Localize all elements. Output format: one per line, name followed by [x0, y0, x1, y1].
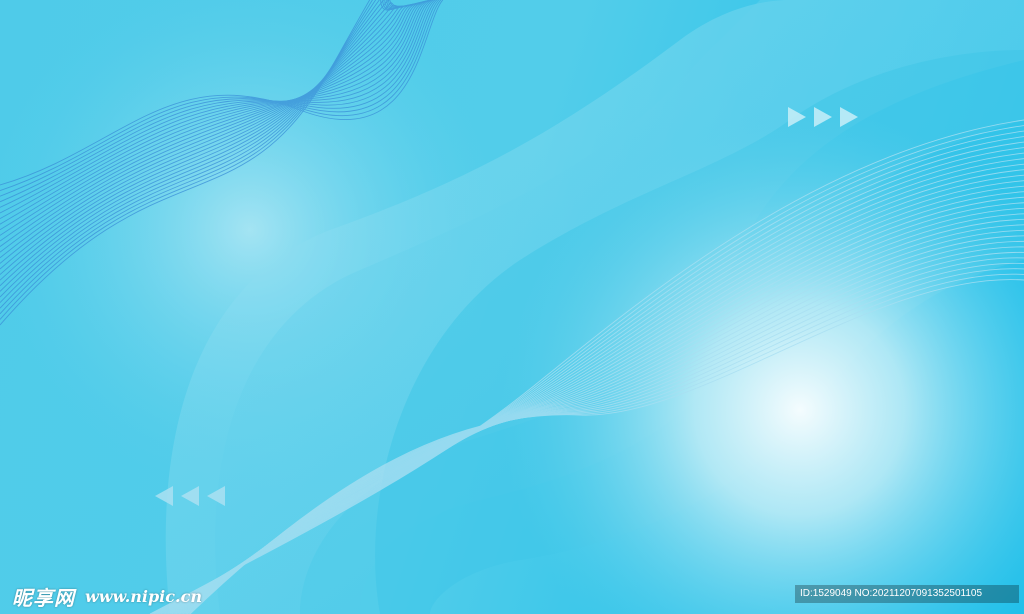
triple-left-arrow-icon: [155, 486, 225, 506]
right-arrow-icon: [840, 107, 858, 127]
right-arrow-icon: [814, 107, 832, 127]
watermark-site-url: www.nipic.cn: [85, 587, 202, 606]
watermark-logo: 昵享网 www.nipic.cn: [12, 582, 202, 611]
background-canvas: 昵享网 www.nipic.cn ID:1529049 NO:202112070…: [0, 0, 1024, 614]
left-arrow-icon: [181, 486, 199, 506]
left-arrow-icon: [155, 486, 173, 506]
wave-background: [0, 0, 1024, 614]
right-arrow-icon: [788, 107, 806, 127]
left-arrow-icon: [207, 486, 225, 506]
watermark-id-strip: ID:1529049 NO:20211207091352501105: [795, 585, 1019, 603]
triple-right-arrow-icon: [788, 107, 858, 127]
watermark-site-name: 昵享网: [12, 586, 75, 610]
